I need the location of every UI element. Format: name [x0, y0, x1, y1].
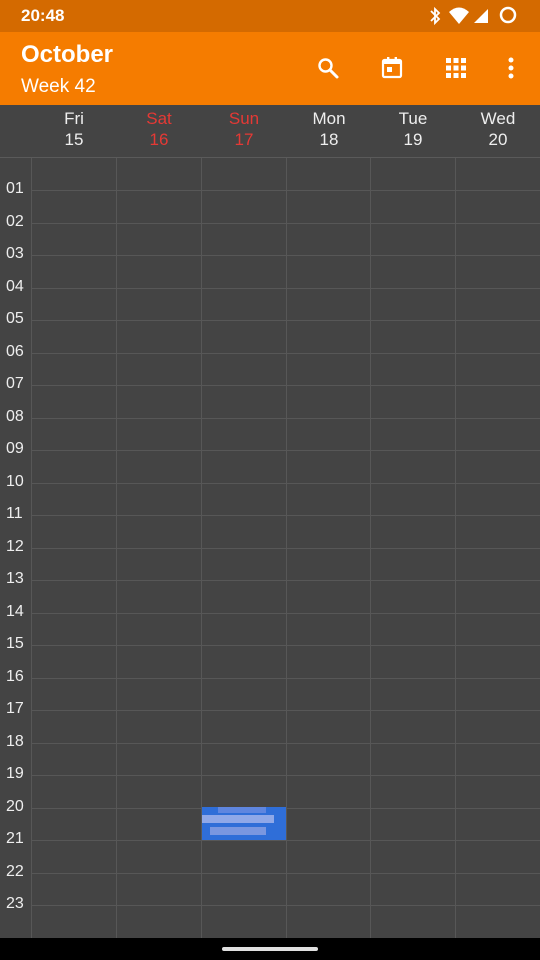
hour-label: 07 — [6, 375, 24, 392]
hour-label: 10 — [6, 473, 24, 490]
day-column-divider — [455, 158, 456, 938]
hour-label: 03 — [6, 245, 24, 262]
hour-label: 23 — [6, 895, 24, 912]
day-column-divider — [31, 158, 32, 938]
hour-label: 14 — [6, 603, 24, 620]
more-options-button[interactable] — [491, 48, 531, 88]
hour-label: 12 — [6, 538, 24, 555]
day-number: 18 — [319, 130, 339, 149]
day-name: Tue — [398, 109, 428, 128]
view-switch-button[interactable] — [436, 48, 476, 88]
bluetooth-icon — [430, 6, 441, 26]
hour-label: 01 — [6, 180, 24, 197]
hour-label: 04 — [6, 278, 24, 295]
day-column-divider — [286, 158, 287, 938]
day-header-wed[interactable]: Wed 20 — [456, 105, 540, 157]
hour-label: 15 — [6, 635, 24, 652]
search-icon — [318, 58, 339, 79]
day-header-sun[interactable]: Sun 17 — [202, 105, 286, 157]
status-icons — [428, 6, 520, 26]
day-name: Sat — [146, 109, 172, 128]
day-name: Mon — [312, 109, 346, 128]
grid-view-icon — [446, 58, 466, 78]
event-title-blurred — [202, 815, 274, 823]
hour-label: 20 — [6, 798, 24, 815]
day-number: 19 — [403, 130, 423, 149]
event-title-blurred — [218, 807, 266, 813]
status-bar: 20:48 — [0, 0, 540, 32]
cell-signal-icon — [474, 9, 488, 23]
calendar-today-icon — [381, 57, 403, 79]
hour-label: 21 — [6, 830, 24, 847]
day-number: 16 — [149, 130, 169, 149]
hour-label: 19 — [6, 765, 24, 782]
more-vert-icon — [508, 57, 514, 79]
day-number: 17 — [234, 130, 254, 149]
day-column-divider — [370, 158, 371, 938]
hour-label: 13 — [6, 570, 24, 587]
day-header-tue[interactable]: Tue 19 — [371, 105, 455, 157]
navigation-bar — [0, 938, 540, 960]
day-header-mon[interactable]: Mon 18 — [287, 105, 371, 157]
battery-ring-icon — [499, 6, 517, 24]
day-name: Wed — [480, 109, 516, 128]
hour-label: 08 — [6, 408, 24, 425]
home-gesture-handle[interactable] — [222, 947, 318, 951]
day-name: Sun — [228, 109, 260, 128]
day-header-fri[interactable]: Fri 15 — [32, 105, 116, 157]
day-header-sat[interactable]: Sat 16 — [117, 105, 201, 157]
hour-label: 18 — [6, 733, 24, 750]
day-number: 20 — [488, 130, 508, 149]
hour-label: 17 — [6, 700, 24, 717]
calendar-event[interactable] — [202, 807, 286, 840]
week-grid[interactable]: 01 02 03 04 05 06 07 08 09 10 11 12 13 14 15 16 17 18 19 20… — [0, 158, 540, 938]
wifi-icon — [449, 7, 469, 24]
hour-label: 11 — [6, 505, 23, 522]
hour-label: 06 — [6, 343, 24, 360]
event-title-blurred — [210, 827, 266, 835]
hour-label: 16 — [6, 668, 24, 685]
status-time: 20:48 — [21, 6, 65, 25]
hour-label: 05 — [6, 310, 24, 327]
month-title: October — [21, 41, 114, 68]
day-column-divider — [116, 158, 117, 938]
today-button[interactable] — [372, 48, 412, 88]
hour-label: 09 — [6, 440, 24, 457]
day-number: 15 — [64, 130, 84, 149]
hour-label: 02 — [6, 213, 24, 230]
days-header: Fri 15 Sat 16 Sun 17 Mon 18 Tue 19 Wed 2… — [0, 105, 540, 158]
day-name: Fri — [64, 109, 84, 128]
week-subtitle: Week 42 — [21, 76, 96, 97]
hour-label: 22 — [6, 863, 24, 880]
app-bar: October Week 42 — [0, 32, 540, 105]
search-button[interactable] — [308, 48, 348, 88]
